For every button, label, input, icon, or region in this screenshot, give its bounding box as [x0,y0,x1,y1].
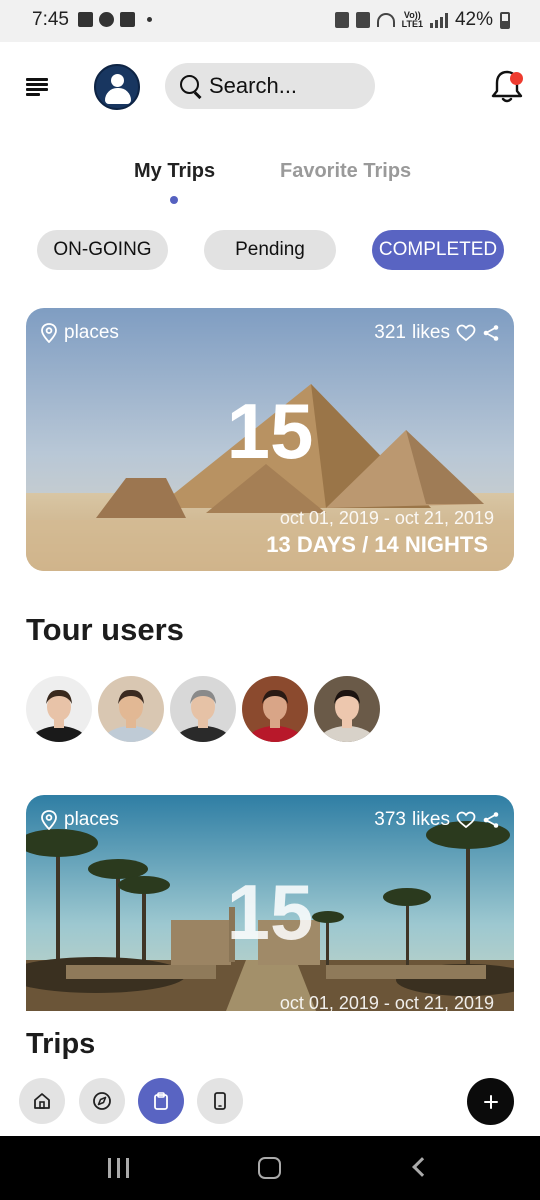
clipboard-icon [154,1092,168,1110]
status-system-icons: Vo)) LTE1 42% [334,9,510,31]
add-trip-button[interactable] [467,1078,514,1125]
compass-icon [93,1092,111,1110]
trip-dates: oct 01, 2019 - oct 21, 2019 [279,508,494,528]
user-icon [111,74,124,87]
likes-text: likes [411,322,450,343]
search-placeholder: Search... [209,73,298,98]
network-type: Vo)) LTE1 [402,11,423,29]
dot-icon [147,17,152,22]
heart-icon[interactable] [456,811,476,829]
user-photo [170,676,236,742]
user-photo [242,676,308,742]
battery-level: 42% [454,9,493,30]
trip-dates: oct 01, 2019 - oct 21, 2019 [279,993,494,1011]
user-photo [98,676,164,742]
tour-user-avatar[interactable] [98,676,164,742]
share-icon[interactable] [482,324,500,342]
lock-icon [334,12,349,28]
wifi-icon [376,13,395,27]
places-text: places [64,809,119,830]
notification-badge [510,72,523,85]
battery-icon [500,11,510,29]
places-label: places [40,322,119,344]
home-button[interactable] [258,1157,281,1179]
likes-count: 373 [374,809,406,830]
status-time: 7:45 [32,9,69,30]
gallery-icon [78,12,93,27]
tour-user-avatar[interactable] [314,676,380,742]
location-pin-icon [41,810,57,830]
trip-duration: 13 DAYS / 14 NIGHTS [266,532,488,557]
plus-icon [483,1094,498,1109]
box-icon [120,12,135,27]
facebook-icon [99,12,114,27]
tour-users-title: Tour users [26,612,184,647]
filter-pending-button[interactable]: Pending [204,230,336,270]
trip-days-number: 15 [226,868,314,956]
status-bar: 7:45 Vo)) LTE1 42% [0,0,540,42]
signal-icon [429,12,448,28]
profile-avatar[interactable] [94,64,140,110]
trip-days-number: 15 [226,387,314,475]
app-screen: 7:45 Vo)) LTE1 42% Search... My Trips Fa… [0,0,540,1200]
tour-user-avatar[interactable] [242,676,308,742]
nav-explore-button[interactable] [79,1078,125,1124]
user-icon-body [105,88,131,104]
phone-icon [214,1092,226,1110]
filter-ongoing-button[interactable]: ON-GOING [37,230,168,270]
tab-my-trips[interactable]: My Trips [134,160,215,183]
hamburger-icon[interactable] [26,78,48,96]
nav-trips-button[interactable] [138,1078,184,1124]
home-icon [34,1093,50,1109]
system-navigation-bar [0,1136,540,1200]
mute-icon [355,12,370,28]
back-button[interactable] [412,1157,432,1177]
places-text: places [64,322,119,343]
places-label: places [40,809,119,831]
nav-device-button[interactable] [197,1078,243,1124]
status-notification-icons [78,12,152,27]
active-tab-indicator [170,196,178,204]
search-input[interactable]: Search... [165,63,375,109]
filter-completed-button[interactable]: COMPLETED [372,230,504,270]
tour-users-list [26,676,380,742]
heart-icon[interactable] [456,324,476,342]
likes-group: 373 likes [374,809,500,831]
trip-card[interactable]: places 321 likes 15 oct 01, 2019 - oct 2… [26,308,514,571]
search-icon [179,74,203,98]
tab-favorite-trips[interactable]: Favorite Trips [280,160,411,183]
trips-section-title: Trips [26,1028,96,1060]
location-pin-icon [41,323,57,343]
user-photo [26,676,92,742]
nav-home-button[interactable] [19,1078,65,1124]
share-icon[interactable] [482,811,500,829]
recents-button[interactable] [108,1158,129,1178]
likes-count: 321 [374,322,406,343]
user-photo [314,676,380,742]
likes-group: 321 likes [374,322,500,344]
likes-text: likes [411,809,450,830]
network-label: LTE1 [401,19,423,29]
tour-user-avatar[interactable] [26,676,92,742]
trip-card[interactable]: places 373 likes 15 oct 01, 2019 - oct 2… [26,795,514,1011]
tour-user-avatar[interactable] [170,676,236,742]
